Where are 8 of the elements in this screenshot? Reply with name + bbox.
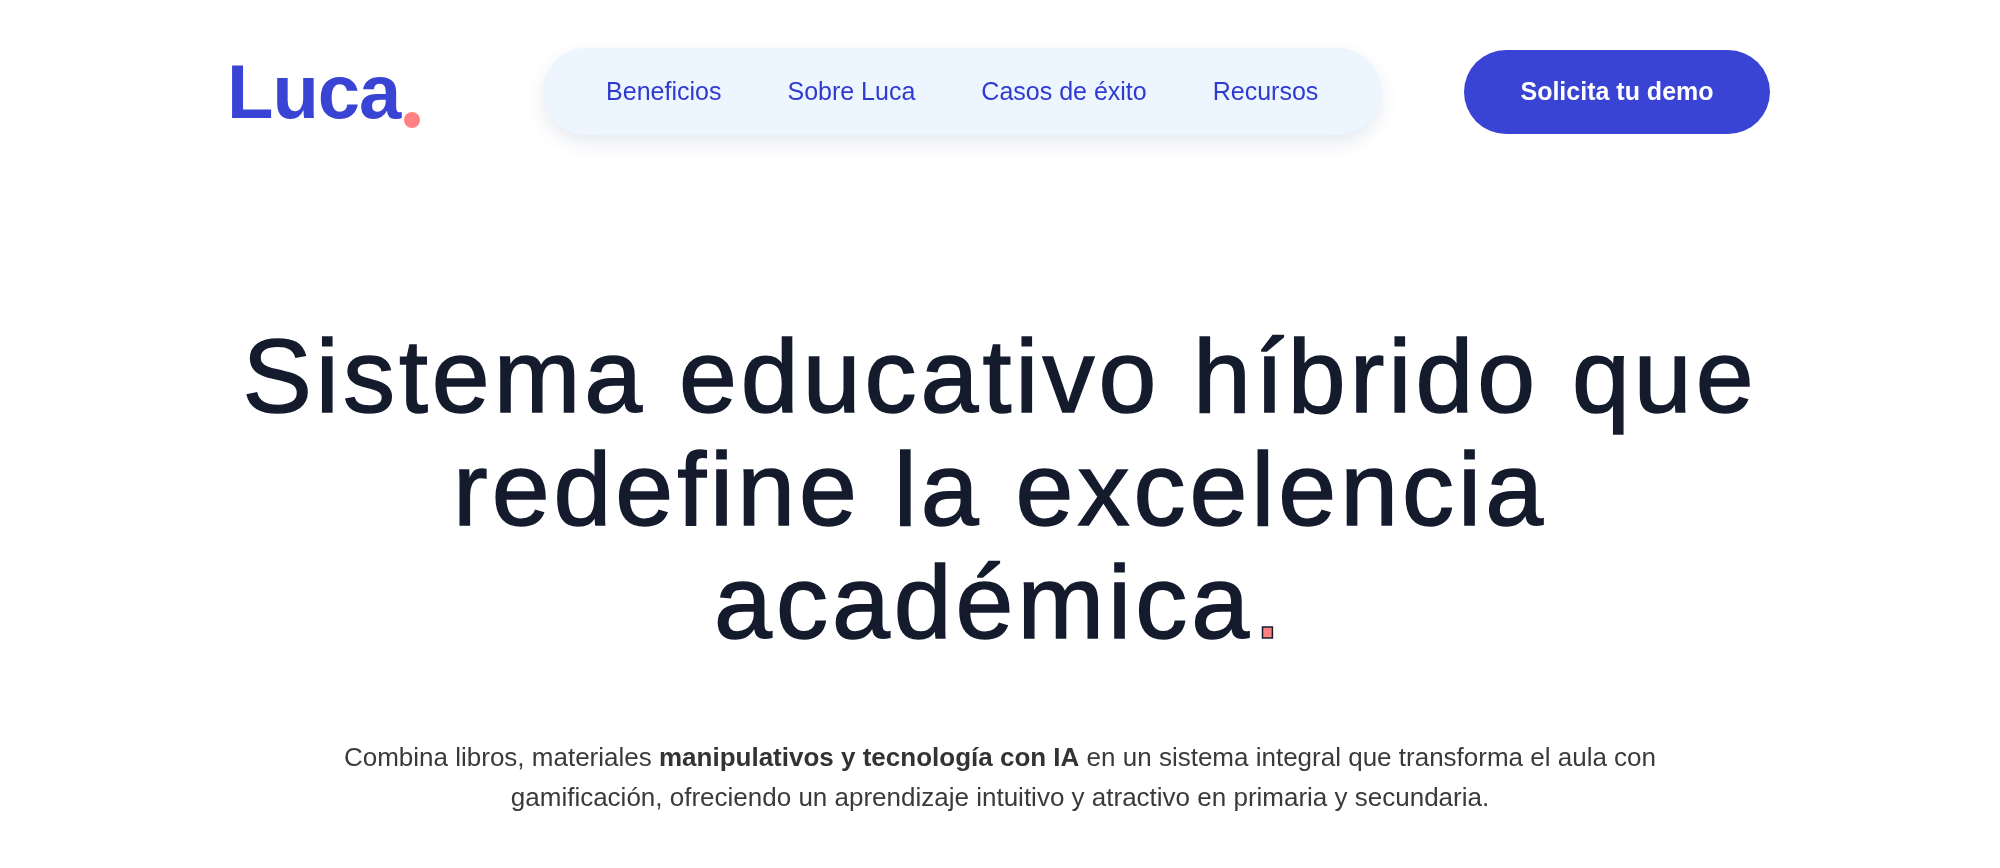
nav-link[interactable]: Sobre Luca (754, 77, 949, 106)
nav-link[interactable]: Casos de éxito (948, 77, 1180, 106)
logo[interactable]: Luca (227, 53, 421, 130)
nav-link[interactable]: Beneficios (573, 77, 755, 106)
description: Combina libros, materiales manipulativos y tecnología con IA en un sistema integral que transforma el aula con gamificación, ofreciendo un aprendizaje intuitivo y atractivo en primaria y secundaria. (342, 741, 1658, 814)
nav-link[interactable]: Recursos (1179, 77, 1352, 106)
demo-button[interactable]: Solicita tu demo (1464, 49, 1770, 134)
headline: Sistema educativo híbrido que redefine la excelencia académica. (242, 320, 1758, 659)
